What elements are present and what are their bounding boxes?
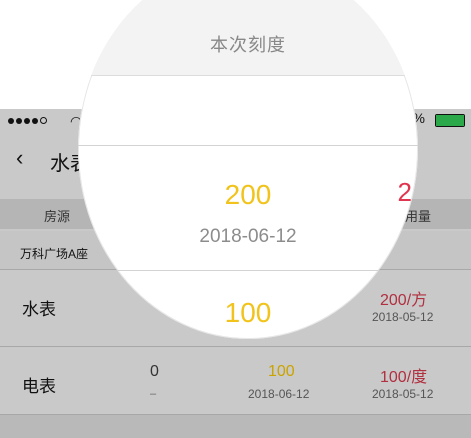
row-usage-date: 2018-05-12: [372, 387, 434, 401]
row-current[interactable]: 100: [268, 363, 295, 381]
picker-title: 本次刻度: [210, 35, 286, 55]
picker-selected-value[interactable]: 200: [78, 179, 418, 211]
picker-next-value[interactable]: 100: [78, 297, 418, 329]
row-name: 水表: [22, 300, 56, 319]
row-previous: 0: [150, 363, 159, 380]
battery-icon: [435, 114, 465, 127]
picker-divider: [78, 145, 418, 146]
row-current-date: 2018-06-12: [248, 387, 310, 401]
row-usage: 100/度: [380, 369, 428, 386]
column-room: 房源: [44, 209, 71, 224]
picker-divider: [78, 270, 418, 271]
row-previous-date: –: [150, 388, 157, 400]
cellular-signal-icon: [8, 117, 47, 124]
row-name: 电表: [22, 377, 56, 396]
meter-row-electric[interactable]: 电表 0 – 100 2018-06-12 100/度 2018-05-12: [0, 346, 471, 415]
bottom-strip: [0, 414, 471, 438]
picker-selected-date: 2018-06-12: [199, 226, 297, 247]
back-button[interactable]: ‹: [16, 145, 23, 171]
